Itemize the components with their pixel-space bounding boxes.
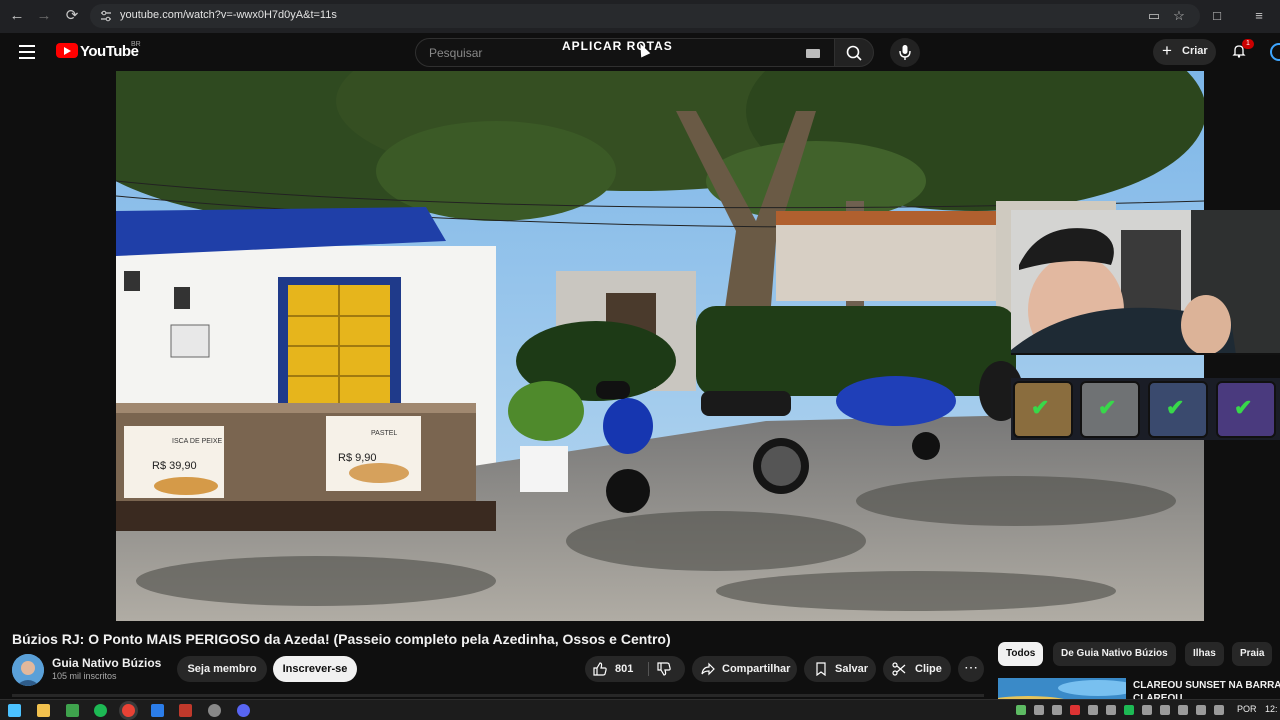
subscriber-count: 105 mil inscritos [52,671,117,681]
tray-icon[interactable] [1052,705,1062,715]
cast-icon[interactable]: ▭ [1145,7,1163,25]
bookmark-star-icon[interactable]: ☆ [1170,7,1188,25]
create-button[interactable]: + Criar [1153,39,1216,65]
thumbs-up-icon[interactable] [593,662,607,676]
voice-search-button[interactable] [890,38,920,67]
chip-channel[interactable]: De Guia Nativo Búzios [1053,642,1176,666]
windows-start-icon[interactable] [8,704,21,717]
checklist-overlay: ✔ ✔ ✔ ✔ [1011,378,1280,440]
save-button[interactable]: Salvar [804,656,876,682]
menu-sign-2: PASTEL [371,430,397,437]
back-icon[interactable]: ← [7,6,27,26]
streamer-image [1011,210,1280,355]
save-icon [816,662,826,676]
clock[interactable]: 12: [1265,704,1278,714]
avatar[interactable] [1270,43,1280,61]
browser-icon[interactable] [151,704,164,717]
youtube-header: YouTube BR Pesquisar APLICAR ROTAS + Cri… [0,33,1280,71]
extensions-icon[interactable]: □ [1208,7,1226,25]
save-label: Salvar [835,663,869,675]
share-label: Compartilhar [722,663,791,675]
network-icon[interactable] [1196,705,1206,715]
country-code: BR [131,41,141,48]
item-slot: ✔ [1148,381,1208,438]
forward-icon[interactable]: → [34,6,54,26]
keyboard-icon[interactable] [806,49,820,58]
create-label: Criar [1182,45,1208,57]
menu-price-1: R$ 39,90 [152,460,197,472]
media-icon[interactable]: ≡ [1250,7,1268,25]
plus-icon: + [1162,41,1172,60]
taskbar: POR 12: [0,699,1280,720]
chip-beach[interactable]: Praia [1232,642,1273,666]
check-icon: ✔ [1166,395,1185,420]
share-icon [701,662,715,676]
scissors-icon [892,662,906,676]
microphone-icon[interactable] [1160,705,1170,715]
item-slot: ✔ [1080,381,1140,438]
channel-avatar[interactable] [12,654,44,686]
reload-icon[interactable]: ⟳ [62,6,82,26]
microphone-icon [899,45,911,60]
menu-price-2: R$ 9,90 [338,452,377,464]
youtube-wordmark[interactable]: YouTube [80,43,139,60]
tray-icon[interactable] [1034,705,1044,715]
menu-sign-1: ISCA DE PEIXE [172,438,223,445]
youtube-logo-icon[interactable] [56,43,78,58]
item-slot: ✔ [1216,381,1276,438]
discord-icon[interactable] [237,704,250,717]
tray-icon[interactable] [1214,705,1224,715]
thumbs-down-icon[interactable] [657,662,671,676]
menu-icon[interactable] [19,45,35,59]
tray-icon[interactable] [1088,705,1098,715]
chip-islands[interactable]: Ilhas [1185,642,1224,666]
divider [648,662,649,676]
chip-all[interactable]: Todos [998,642,1044,666]
tray-icon[interactable] [1016,705,1026,715]
search-button[interactable] [834,38,874,67]
video-title: Búzios RJ: O Ponto MAIS PERIGOSO da Azed… [12,631,671,647]
subscribe-button[interactable]: Inscrever-se [273,656,357,682]
spotify-icon[interactable] [94,704,107,717]
like-dislike-group: 801 [585,656,685,682]
tray-icon[interactable] [1142,705,1152,715]
clip-label: Clipe [915,663,942,675]
check-icon: ✔ [1234,395,1253,420]
app-icon[interactable] [179,704,192,717]
search-icon [846,45,862,61]
tray-icon[interactable] [1124,705,1134,715]
chrome-icon[interactable] [122,704,135,717]
more-actions-icon[interactable]: ⋯ [958,656,984,682]
tray-icon[interactable] [1070,705,1080,715]
app-icon[interactable] [66,704,79,717]
notification-badge: 1 [1242,39,1254,49]
site-info-icon[interactable] [100,10,112,22]
browser-toolbar: ← → ⟳ youtube.com/watch?v=-wwx0H7d0yA&t=… [0,0,1280,33]
steam-icon[interactable] [208,704,221,717]
tray-icon[interactable] [1106,705,1116,715]
search-input[interactable]: Pesquisar [429,46,482,60]
check-icon: ✔ [1031,395,1050,420]
overlay-title: APLICAR ROTAS [562,39,673,53]
url-text[interactable]: youtube.com/watch?v=-wwx0H7d0yA&t=11s [120,9,337,21]
like-count[interactable]: 801 [615,656,633,682]
description-box-edge [12,694,984,697]
webcam-overlay [1011,210,1280,355]
language-indicator[interactable]: POR [1237,704,1257,714]
join-button[interactable]: Seja membro [177,656,267,682]
speaker-icon[interactable] [1178,705,1188,715]
item-slot: ✔ [1013,381,1073,438]
check-icon: ✔ [1098,395,1117,420]
channel-name[interactable]: Guia Nativo Búzios [52,656,161,670]
clip-button[interactable]: Clipe [883,656,951,682]
address-bar[interactable]: youtube.com/watch?v=-wwx0H7d0yA&t=11s [90,4,1200,28]
share-button[interactable]: Compartilhar [692,656,797,682]
file-explorer-icon[interactable] [37,704,50,717]
